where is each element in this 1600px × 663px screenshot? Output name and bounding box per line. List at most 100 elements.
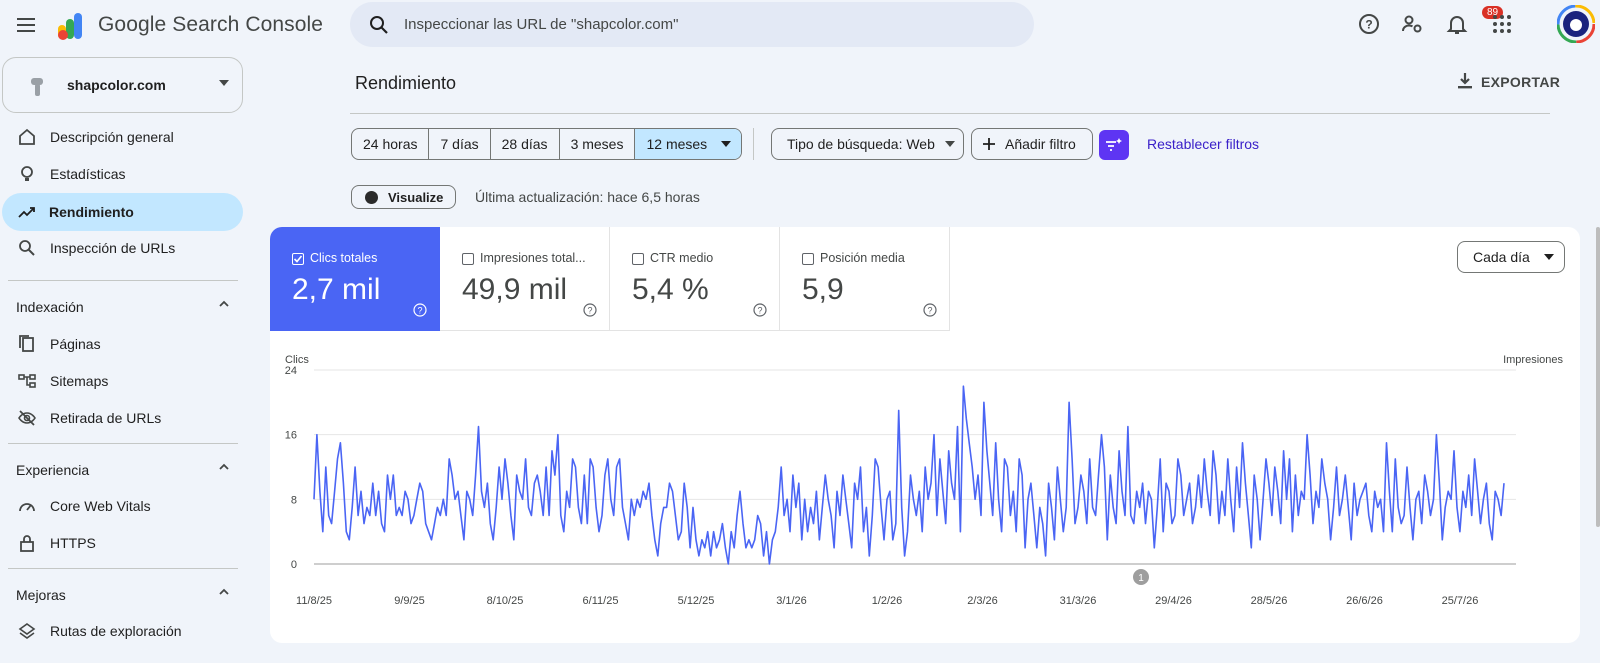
x-tick-label: 11/8/25 — [296, 595, 332, 607]
x-tick-label: 3/1/26 — [776, 595, 807, 607]
sidebar-item-core-web-vitals[interactable]: Core Web Vitals — [0, 487, 246, 525]
x-tick-label: 29/4/26 — [1155, 595, 1192, 607]
granularity-select[interactable]: Cada día — [1457, 241, 1565, 273]
search-type-label: Tipo de búsqueda: Web — [787, 136, 935, 152]
range-28d-button[interactable]: 28 días — [491, 129, 560, 159]
page-title: Rendimiento — [355, 73, 457, 93]
x-tick-label: 5/12/25 — [678, 595, 715, 607]
x-tick-label: 31/3/26 — [1060, 595, 1097, 607]
svg-text:?: ? — [1365, 18, 1372, 32]
range-3m-button[interactable]: 3 meses — [560, 129, 636, 159]
metric-value: 2,7 mil — [292, 273, 381, 306]
hamburger-menu-icon[interactable] — [14, 12, 40, 38]
home-icon — [18, 128, 36, 146]
page-scrollbar[interactable] — [1596, 227, 1600, 527]
metric-avg-position[interactable]: Posición media 5,9 ? — [780, 227, 950, 331]
account-avatar[interactable] — [1557, 5, 1595, 43]
property-selector[interactable]: shapcolor.com — [2, 57, 243, 113]
clicks-line-chart[interactable]: 0 8 16 24 11/8/25 9/9/25 8/10/25 6/11/25 5/12/25… — [270, 343, 1580, 643]
help-icon[interactable]: ? — [923, 303, 937, 317]
sidebar-item-label: Core Web Vitals — [50, 498, 151, 514]
layers-icon — [18, 622, 36, 640]
add-filter-button[interactable]: Añadir filtro — [971, 128, 1093, 160]
metric-avg-ctr[interactable]: CTR medio 5,4 % ? — [610, 227, 780, 331]
trending-up-icon — [18, 203, 36, 221]
chevron-up-icon[interactable] — [218, 586, 230, 598]
metric-value: 49,9 mil — [462, 273, 568, 306]
checkbox-icon[interactable] — [632, 253, 644, 265]
sidebar-item-overview[interactable]: Descripción general — [0, 118, 246, 156]
checkbox-icon[interactable] — [802, 253, 814, 265]
section-indexing-title[interactable]: Indexación — [16, 299, 84, 315]
notifications-icon[interactable] — [1445, 12, 1469, 36]
app-name: Google Search Console — [98, 13, 324, 36]
sitemap-icon — [18, 372, 36, 390]
reset-filters-link[interactable]: Restablecer filtros — [1147, 136, 1259, 152]
sidebar-item-insights[interactable]: Estadísticas — [0, 155, 246, 193]
header-divider — [350, 113, 1550, 114]
dropdown-caret-icon — [721, 141, 732, 147]
help-icon[interactable]: ? — [753, 303, 767, 317]
section-enhancements-title[interactable]: Mejoras — [16, 587, 66, 603]
sidebar-item-sitemaps[interactable]: Sitemaps — [0, 362, 246, 400]
x-tick-label: 26/6/26 — [1346, 595, 1383, 607]
visualize-logo-icon — [365, 191, 378, 204]
annotation-label: 1 — [1138, 573, 1144, 584]
apps-grid-icon[interactable] — [1490, 12, 1514, 36]
help-icon[interactable]: ? — [583, 303, 597, 317]
svg-text:?: ? — [587, 306, 592, 316]
granularity-label: Cada día — [1473, 249, 1530, 265]
y-tick-label: 24 — [285, 365, 297, 377]
range-12m-button[interactable]: 12 meses — [635, 129, 742, 159]
sidebar-item-breadcrumbs[interactable]: Rutas de exploración — [0, 612, 246, 650]
performance-card: Clics totales 2,7 mil ? Impresiones tota… — [270, 227, 1580, 643]
sidebar-item-removals[interactable]: Retirada de URLs — [0, 399, 246, 437]
lock-icon — [18, 534, 36, 552]
checkbox-checked-icon[interactable] — [292, 253, 304, 265]
property-name: shapcolor.com — [67, 77, 166, 93]
help-icon[interactable]: ? — [1357, 12, 1381, 36]
range-7d-button[interactable]: 7 días — [429, 129, 491, 159]
x-tick-label: 28/5/26 — [1251, 595, 1288, 607]
sidebar-item-url-inspection[interactable]: Inspección de URLs — [0, 229, 246, 267]
url-inspection-search[interactable] — [350, 2, 1034, 47]
speed-icon — [18, 497, 36, 515]
ai-filter-button[interactable] — [1099, 130, 1129, 160]
manage-users-icon[interactable] — [1400, 12, 1424, 36]
search-type-filter[interactable]: Tipo de búsqueda: Web — [771, 128, 964, 160]
sidebar-divider — [8, 568, 238, 569]
filter-sparkle-icon — [1105, 137, 1123, 153]
search-input[interactable] — [404, 2, 1004, 47]
svg-text:?: ? — [757, 306, 762, 316]
help-icon[interactable]: ? — [413, 303, 427, 317]
range-12m-label: 12 meses — [646, 136, 708, 152]
download-icon[interactable] — [1456, 72, 1474, 90]
sidebar-item-performance[interactable]: Rendimiento — [2, 193, 243, 231]
metric-label: CTR medio — [650, 251, 714, 265]
dropdown-caret-icon — [219, 80, 229, 86]
sidebar-item-pages[interactable]: Páginas — [0, 325, 246, 363]
sidebar-item-label: Inspección de URLs — [50, 240, 176, 256]
range-24h-button[interactable]: 24 horas — [352, 129, 430, 159]
visualize-button[interactable]: Visualize — [351, 185, 456, 209]
add-filter-label: Añadir filtro — [1005, 136, 1076, 152]
metric-total-impressions[interactable]: Impresiones total... 49,9 mil ? — [440, 227, 610, 331]
sidebar-item-label: Rutas de exploración — [50, 623, 182, 639]
sidebar-divider — [8, 443, 238, 444]
last-update-text: Última actualización: hace 6,5 horas — [475, 189, 700, 205]
sidebar-item-https[interactable]: HTTPS — [0, 524, 246, 562]
series-line-clics — [313, 385, 1505, 565]
svg-text:?: ? — [417, 306, 422, 316]
metric-label: Impresiones total... — [480, 251, 586, 265]
section-experience-title[interactable]: Experiencia — [16, 462, 89, 478]
chevron-up-icon[interactable] — [218, 298, 230, 310]
x-tick-label: 2/3/26 — [967, 595, 998, 607]
export-button[interactable]: EXPORTAR — [1481, 74, 1560, 90]
checkbox-icon[interactable] — [462, 253, 474, 265]
metric-total-clicks[interactable]: Clics totales 2,7 mil ? — [270, 227, 440, 331]
metric-label: Clics totales — [310, 251, 378, 265]
chevron-up-icon[interactable] — [218, 461, 230, 473]
eye-off-icon — [18, 409, 36, 427]
sidebar-divider — [8, 280, 238, 281]
metric-value: 5,4 % — [632, 273, 709, 306]
